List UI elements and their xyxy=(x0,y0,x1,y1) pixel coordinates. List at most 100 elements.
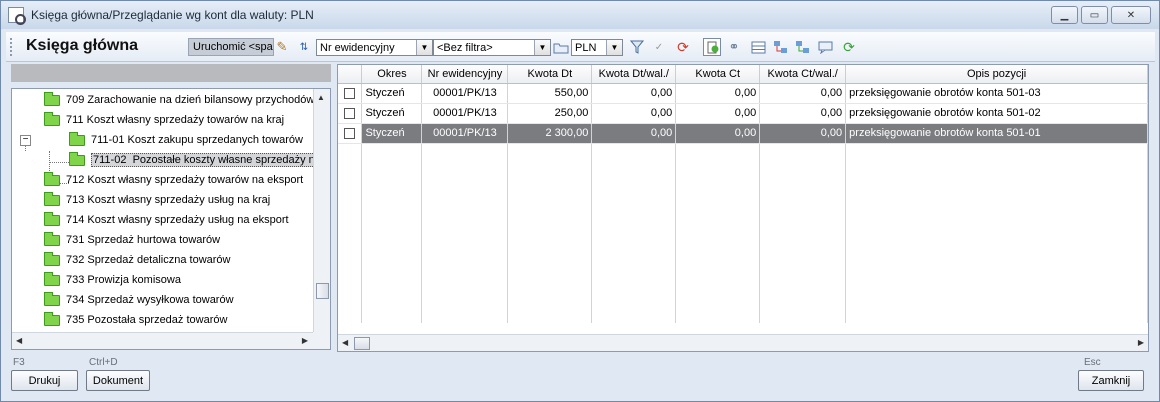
column-header[interactable]: Kwota Dt/wal./ xyxy=(591,65,677,84)
table-cell: 00001/PK/13 xyxy=(421,83,509,104)
toolbar-grip[interactable] xyxy=(10,38,13,56)
scroll-up-icon[interactable]: ▲ xyxy=(317,93,325,102)
column-header[interactable]: Kwota Dt xyxy=(507,65,593,84)
row-checkbox[interactable] xyxy=(344,127,356,139)
scroll-right-icon[interactable]: ▶ xyxy=(1138,338,1144,347)
folder-icon xyxy=(69,131,85,146)
tree-item[interactable]: 731 Sprzedaż hurtowa towarów xyxy=(44,230,220,250)
document-button[interactable]: Dokument xyxy=(86,370,150,391)
chevron-down-icon[interactable]: ▼ xyxy=(416,40,432,55)
table-cell: 0,00 xyxy=(759,83,847,104)
message-icon[interactable] xyxy=(816,38,834,56)
maximize-button[interactable]: ▭ xyxy=(1081,6,1108,24)
filter-funnel-icon[interactable] xyxy=(628,38,646,56)
empty-cell xyxy=(338,143,363,323)
column-header[interactable]: Opis pozycji xyxy=(845,65,1148,84)
tree-item[interactable]: 711 Koszt własny sprzedaży towarów na kr… xyxy=(44,110,284,130)
row-checkbox-cell[interactable] xyxy=(338,123,363,144)
scroll-thumb[interactable] xyxy=(354,337,370,350)
tree-expand-icon[interactable] xyxy=(771,38,789,56)
scroll-left-icon[interactable]: ◀ xyxy=(342,338,348,347)
empty-cell xyxy=(759,143,847,323)
table-cell: 0,00 xyxy=(675,123,761,144)
tree-item-label: Sprzedaż detaliczna towarów xyxy=(87,254,231,266)
folder-icon xyxy=(44,311,60,326)
row-checkbox-cell[interactable] xyxy=(338,103,363,124)
tree-item-code: 714 xyxy=(66,214,85,226)
minimize-button[interactable]: ▁ xyxy=(1051,6,1078,24)
filter-combo[interactable]: <Bez filtra> ▼ xyxy=(433,39,551,56)
folder-icon[interactable] xyxy=(552,38,570,56)
folder-icon xyxy=(44,191,60,206)
tree-item-code: 732 xyxy=(66,254,85,266)
table-row[interactable]: Styczeń 00001/PK/13 250,00 0,00 0,00 0,0… xyxy=(338,103,1148,124)
sort-icon[interactable]: ⇅ xyxy=(295,38,313,56)
tree-item[interactable]: 735 Pozostała sprzedaż towarów xyxy=(44,310,227,330)
check-icon[interactable]: ✓ xyxy=(650,38,668,56)
tree-item[interactable]: 733 Prowizja komisowa xyxy=(44,270,181,290)
folder-icon xyxy=(44,291,60,306)
edit-filter-icon[interactable]: ✎ xyxy=(273,38,291,56)
empty-cell xyxy=(361,143,423,323)
table-view-icon[interactable] xyxy=(749,38,767,56)
table-cell: Styczeń xyxy=(361,123,423,144)
column-header[interactable]: Kwota Ct/wal./ xyxy=(759,65,847,84)
tree-item-code: 709 xyxy=(66,94,85,106)
column-header[interactable]: Nr ewidencyjny xyxy=(421,65,509,84)
folder-icon xyxy=(44,91,60,106)
folder-icon xyxy=(44,171,60,186)
tree-item-label: Koszt własny sprzedaży usług na kraj xyxy=(87,194,271,206)
tree-header xyxy=(11,64,331,82)
sync-icon[interactable]: ⟳ xyxy=(840,38,858,56)
chevron-down-icon[interactable]: ▼ xyxy=(606,40,622,55)
tree-vertical-scrollbar[interactable]: ▲ xyxy=(313,89,330,332)
row-checkbox[interactable] xyxy=(344,87,356,99)
tree-item[interactable]: 711-01 Koszt zakupu sprzedanych towarów xyxy=(69,130,303,150)
close-window-button[interactable]: ✕ xyxy=(1111,6,1151,24)
accounts-tree-panel: 709 Zarachowanie na dzień bilansowy przy… xyxy=(9,64,332,350)
title-bar: Księga główna/Przeglądanie wg kont dla w… xyxy=(1,1,1159,29)
window-title: Księga główna/Przeglądanie wg kont dla w… xyxy=(31,8,314,22)
table-cell: Styczeń xyxy=(361,103,423,124)
column-header[interactable]: Kwota Ct xyxy=(675,65,761,84)
row-checkbox[interactable] xyxy=(344,107,356,119)
tree-item-selected[interactable]: 711-02 Pozostałe koszty własne sprzedaży… xyxy=(69,150,323,170)
filter-combo-value: <Bez filtra> xyxy=(437,42,493,54)
row-checkbox-cell[interactable] xyxy=(338,83,363,104)
empty-cell xyxy=(845,143,1148,323)
run-button[interactable]: Uruchomić <spa xyxy=(188,38,274,56)
close-button[interactable]: Zamknij xyxy=(1078,370,1144,391)
scroll-thumb[interactable] xyxy=(316,283,329,299)
table-row-selected[interactable]: Styczeń 00001/PK/13 2 300,00 0,00 0,00 0… xyxy=(338,123,1148,144)
tree-item-label: Prowizja komisowa xyxy=(87,274,181,286)
tree-collapse-icon[interactable] xyxy=(793,38,811,56)
chevron-down-icon[interactable]: ▼ xyxy=(534,40,550,55)
tree-item[interactable]: 709 Zarachowanie na dzień bilansowy przy… xyxy=(44,90,314,110)
tree-item[interactable]: 714 Koszt własny sprzedaży usług na eksp… xyxy=(44,210,289,230)
column-header[interactable]: Okres xyxy=(361,65,423,84)
tree-item[interactable]: 732 Sprzedaż detaliczna towarów xyxy=(44,250,231,270)
scroll-right-icon[interactable]: ▶ xyxy=(302,336,308,345)
refresh-icon[interactable]: ⟳ xyxy=(674,38,692,56)
tree-item[interactable]: 712 Koszt własny sprzedaży towarów na ek… xyxy=(44,170,303,190)
tree-item[interactable]: 734 Sprzedaż wysyłkowa towarów xyxy=(44,290,234,310)
toolbar: Księga główna Uruchomić <spa ✎ ⇅ Nr ewid… xyxy=(6,32,1155,62)
table-row[interactable]: Styczeń 00001/PK/13 550,00 0,00 0,00 0,0… xyxy=(338,83,1148,104)
collapse-toggle[interactable]: − xyxy=(20,135,31,146)
sort-combo[interactable]: Nr ewidencyjny ▼ xyxy=(316,39,433,56)
table-cell: 00001/PK/13 xyxy=(421,103,509,124)
accounts-tree: 709 Zarachowanie na dzień bilansowy przy… xyxy=(11,88,331,350)
currency-combo[interactable]: PLN ▼ xyxy=(571,39,623,56)
tree-item-label: Koszt własny sprzedaży towarów na ekspor… xyxy=(87,174,304,186)
grid-horizontal-scrollbar[interactable]: ◀ ▶ xyxy=(338,334,1148,351)
tree-item-label: Zarachowanie na dzień bilansowy przychod… xyxy=(87,94,315,106)
add-document-icon[interactable] xyxy=(703,38,721,56)
tree-horizontal-scrollbar[interactable]: ◀ ▶ xyxy=(12,332,314,349)
link-icon[interactable]: ⚭ xyxy=(725,38,743,56)
tree-item[interactable]: 713 Koszt własny sprzedaży usług na kraj xyxy=(44,190,270,210)
scroll-left-icon[interactable]: ◀ xyxy=(16,336,22,345)
print-button[interactable]: Drukuj xyxy=(11,370,78,391)
header-row: Okres Nr ewidencyjny Kwota Dt Kwota Dt/w… xyxy=(338,65,1148,84)
column-header-select[interactable] xyxy=(338,65,363,84)
empty-cell xyxy=(591,143,677,323)
